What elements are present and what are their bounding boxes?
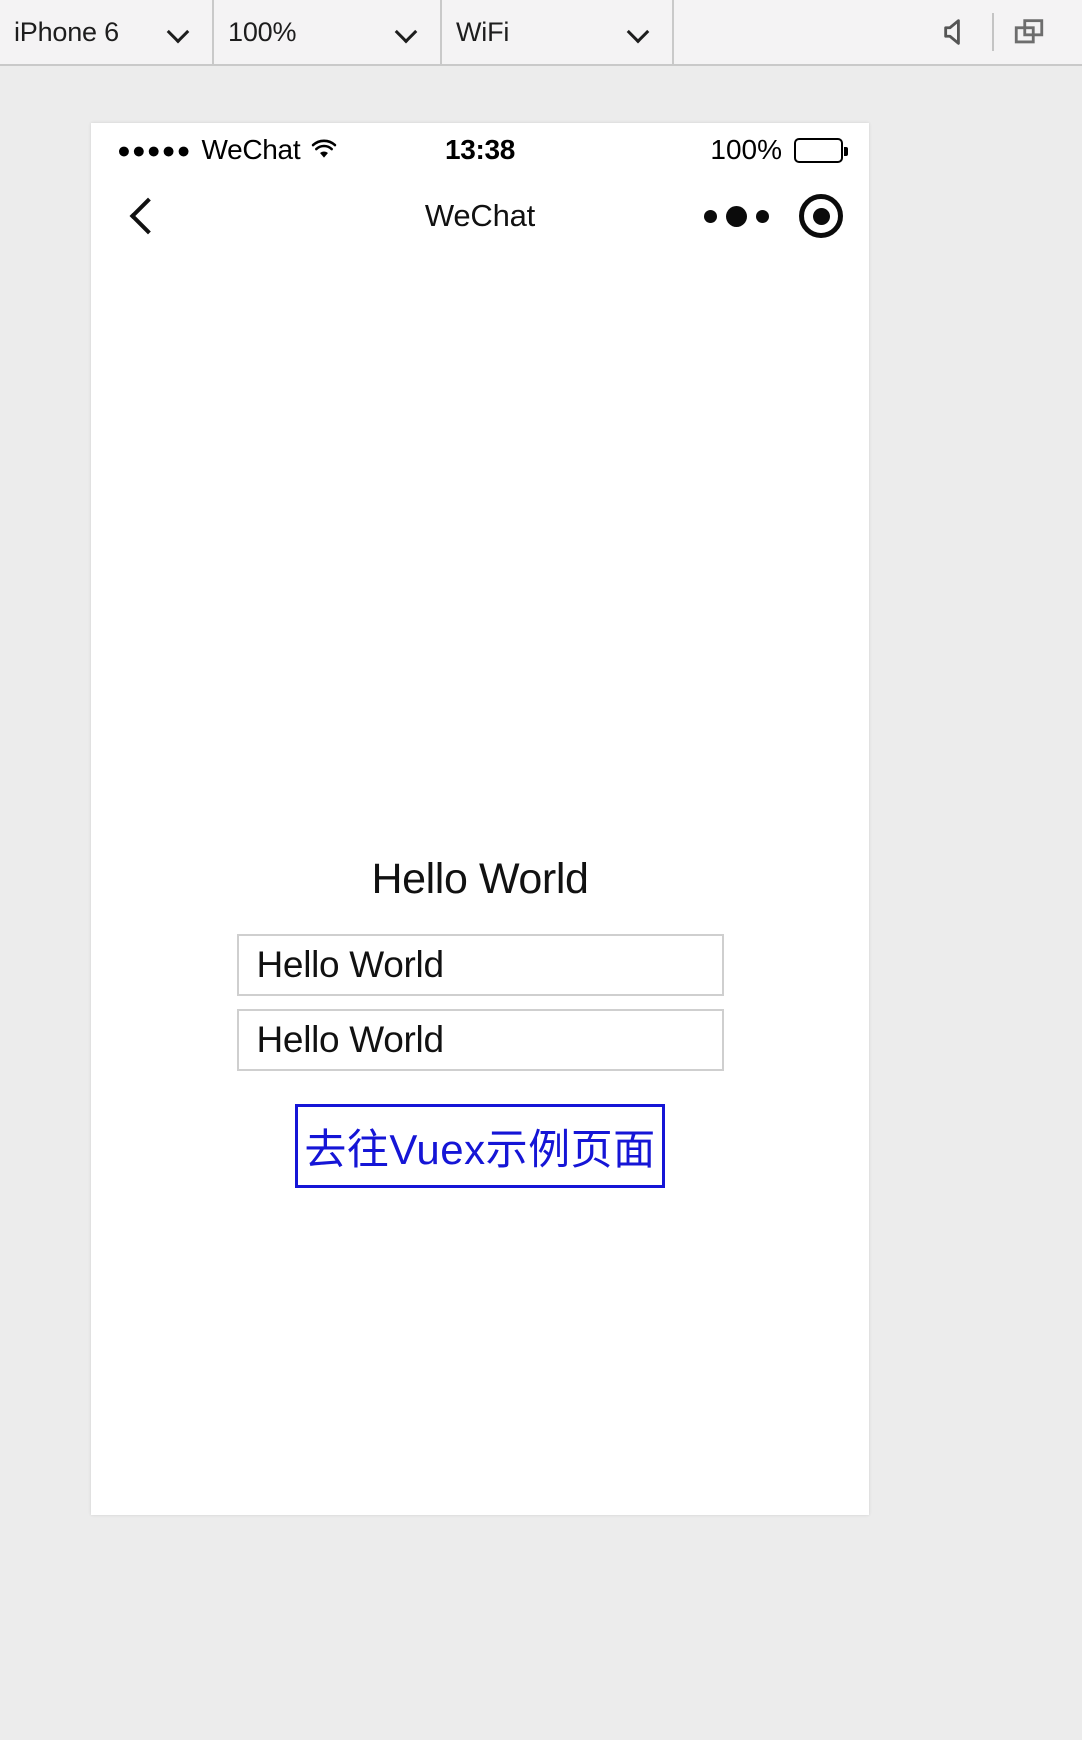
zoom-select[interactable]: 100% [214,0,442,64]
hello-input-two[interactable] [236,1009,724,1071]
phone-simulator-frame: ●●●●● WeChat 13:38 100% WeChat Hello Wor… [91,123,869,1515]
wechat-nav-bar: WeChat [91,177,869,255]
toolbar-divider [992,13,994,51]
dot [756,209,769,223]
battery-icon [794,137,848,163]
chevron-down-icon [396,21,418,43]
more-dots-icon[interactable] [702,196,771,237]
battery-percent-label: 100% [710,134,782,165]
zoom-select-value: 100% [228,16,297,47]
toolbar-tools [928,0,1082,64]
network-select-value: WiFi [456,16,510,47]
device-select-value: iPhone 6 [14,16,119,47]
webview-content: Hello World 去往Vuex示例页面 [91,255,869,1515]
status-bar-right: 100% [710,134,848,166]
chevron-down-icon [168,21,190,43]
hello-input-one[interactable] [236,934,724,996]
app-root: Hello World 去往Vuex示例页面 [91,855,869,1188]
wifi-icon [312,139,337,158]
status-bar-left: ●●●●● WeChat [117,134,338,166]
back-button[interactable] [117,189,171,243]
chevron-down-icon [628,21,650,43]
target-circle-icon[interactable] [799,194,843,238]
sound-toggle-button[interactable] [928,3,986,61]
multi-window-icon [1014,19,1044,44]
hello-heading: Hello World [371,855,589,903]
device-select[interactable]: iPhone 6 [0,0,214,64]
simulator-toolbar: iPhone 6 100% WiFi [0,0,1082,66]
goto-vuex-page-button[interactable]: 去往Vuex示例页面 [295,1104,665,1188]
ios-status-bar: ●●●●● WeChat 13:38 100% [91,123,869,177]
signal-dots-icon: ●●●●● [117,136,192,163]
nav-bar-actions [702,194,843,238]
carrier-label: WeChat [201,134,301,165]
network-select[interactable]: WiFi [442,0,674,64]
window-mode-button[interactable] [1000,3,1058,61]
speaker-icon [944,19,960,45]
dot [726,205,747,227]
dot [704,209,717,223]
